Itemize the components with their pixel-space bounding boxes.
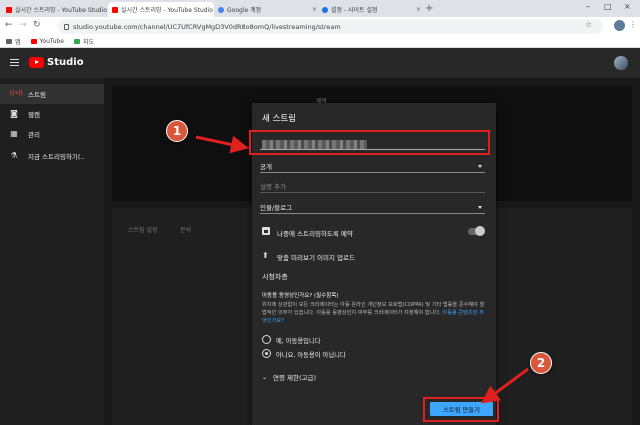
arrow-to-create: [481, 367, 529, 404]
screenshot-root: 실시간 스트리밍 - YouTube Studio × 실시간 스트리밍 - Y…: [0, 0, 640, 425]
annotation-badge-1: 1: [166, 120, 188, 142]
arrow-to-title: [195, 135, 249, 154]
annotation-badge-2: 2: [530, 352, 552, 374]
